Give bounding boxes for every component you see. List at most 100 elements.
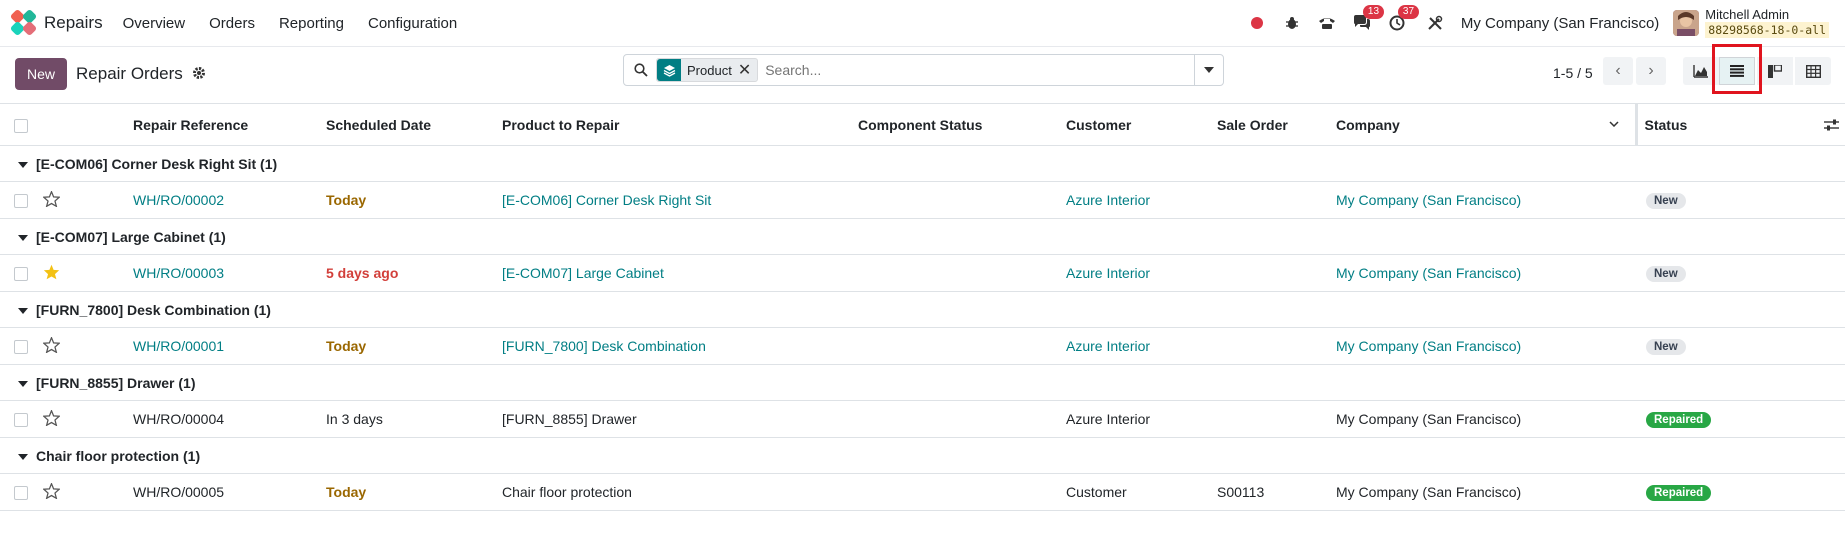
cell-sale-order[interactable] (1217, 400, 1336, 438)
cell-status: New (1636, 327, 1845, 365)
gear-icon[interactable] (192, 66, 206, 83)
search-facet-product[interactable]: Product ✕ (656, 58, 759, 82)
repairs-app-logo[interactable] (9, 8, 38, 37)
column-header-component-status[interactable]: Component Status (858, 103, 1066, 146)
cell-repair-reference[interactable]: WH/RO/00004 (133, 400, 326, 438)
status-badge: New (1646, 339, 1686, 355)
phone-icon[interactable] (1318, 14, 1336, 32)
company-switcher[interactable]: My Company (San Francisco) (1461, 15, 1659, 32)
select-all-checkbox[interactable] (0, 103, 40, 146)
row-checkbox[interactable] (0, 181, 40, 219)
debug-bug-icon[interactable] (1283, 14, 1301, 32)
user-avatar[interactable] (1673, 10, 1700, 36)
optional-columns-sliders-icon[interactable] (1824, 118, 1839, 132)
cell-sale-order[interactable] (1217, 254, 1336, 292)
user-menu[interactable]: Mitchell Admin 88298568-18-0-all (1705, 8, 1829, 38)
cell-customer[interactable]: Azure Interior (1066, 181, 1217, 219)
cell-product-to-repair[interactable]: [E-COM06] Corner Desk Right Sit (502, 181, 858, 219)
control-panel: New Repair Orders Product ✕ 1-5 / 5 ‹ › (0, 44, 1845, 101)
column-header-repair-reference[interactable]: Repair Reference (133, 103, 326, 146)
pager-next-button[interactable]: › (1636, 57, 1666, 85)
remove-facet-close-icon[interactable]: ✕ (738, 60, 757, 80)
cell-status: Repaired (1636, 400, 1845, 438)
status-header-label: Status (1644, 116, 1688, 133)
pager-value[interactable]: 1-5 / 5 (1553, 65, 1593, 81)
group-row[interactable]: [FURN_7800] Desk Combination (1) (0, 291, 1845, 328)
cell-sale-order[interactable] (1217, 181, 1336, 219)
cell-sale-order[interactable] (1217, 327, 1336, 365)
cell-product-to-repair[interactable]: [FURN_7800] Desk Combination (502, 327, 858, 365)
star-outline-icon[interactable] (40, 400, 133, 438)
cell-company[interactable]: My Company (San Francisco) (1336, 181, 1636, 219)
row-checkbox[interactable] (0, 327, 40, 365)
tools-icon[interactable] (1426, 14, 1444, 32)
menu-orders[interactable]: Orders (209, 15, 255, 32)
app-name[interactable]: Repairs (44, 13, 103, 33)
cell-product-to-repair[interactable]: [FURN_8855] Drawer (502, 400, 858, 438)
search-icon (634, 63, 648, 77)
table-row[interactable]: WH/RO/00003 5 days ago [E-COM07] Large C… (0, 254, 1845, 292)
column-header-status[interactable]: Status (1634, 103, 1845, 146)
cell-company[interactable]: My Company (San Francisco) (1336, 254, 1636, 292)
column-header-product-to-repair[interactable]: Product to Repair (502, 103, 858, 146)
table-row[interactable]: WH/RO/00001 Today [FURN_7800] Desk Combi… (0, 327, 1845, 365)
table-row[interactable]: WH/RO/00002 Today [E-COM06] Corner Desk … (0, 181, 1845, 219)
menu-overview[interactable]: Overview (123, 15, 186, 32)
search-bar[interactable]: Product ✕ (623, 54, 1224, 86)
new-button[interactable]: New (15, 58, 68, 90)
activities-clock-icon[interactable]: 37 (1388, 5, 1420, 32)
column-header-scheduled-date[interactable]: Scheduled Date (326, 103, 502, 146)
menu-reporting[interactable]: Reporting (279, 15, 344, 32)
group-row[interactable]: [FURN_8855] Drawer (1) (0, 364, 1845, 401)
database-name: 88298568-18-0-all (1705, 22, 1829, 38)
pivot-view-button[interactable] (1795, 57, 1831, 85)
cell-repair-reference[interactable]: WH/RO/00002 (133, 181, 326, 219)
group-row[interactable]: [E-COM06] Corner Desk Right Sit (1) (0, 145, 1845, 182)
pager-previous-button[interactable]: ‹ (1603, 57, 1633, 85)
cell-customer[interactable]: Customer (1066, 473, 1217, 511)
group-label: [E-COM06] Corner Desk Right Sit (1) (36, 155, 278, 172)
cell-component-status (858, 181, 1066, 219)
row-checkbox[interactable] (0, 400, 40, 438)
star-outline-icon[interactable] (40, 181, 133, 219)
cell-component-status (858, 473, 1066, 511)
cell-company[interactable]: My Company (San Francisco) (1336, 327, 1636, 365)
search-input[interactable] (763, 61, 1068, 79)
column-header-customer[interactable]: Customer (1066, 103, 1217, 146)
star-outline-icon[interactable] (40, 473, 133, 511)
area-chart-icon (1693, 65, 1708, 78)
table-row[interactable]: WH/RO/00005 Today Chair floor protection… (0, 473, 1845, 511)
cell-product-to-repair[interactable]: [E-COM07] Large Cabinet (502, 254, 858, 292)
cell-sale-order[interactable]: S00113 (1217, 473, 1336, 511)
cell-repair-reference[interactable]: WH/RO/00001 (133, 327, 326, 365)
star-filled-icon[interactable] (40, 254, 133, 292)
record-status-dot-icon[interactable] (1248, 14, 1266, 32)
cell-customer[interactable]: Azure Interior (1066, 254, 1217, 292)
cell-repair-reference[interactable]: WH/RO/00003 (133, 254, 326, 292)
table-row[interactable]: WH/RO/00004 In 3 days [FURN_8855] Drawer… (0, 400, 1845, 438)
kanban-view-button[interactable] (1757, 57, 1793, 85)
menu-configuration[interactable]: Configuration (368, 15, 457, 32)
cell-repair-reference[interactable]: WH/RO/00005 (133, 473, 326, 511)
status-badge: Repaired (1646, 485, 1712, 501)
row-checkbox[interactable] (0, 254, 40, 292)
group-by-layers-icon (657, 59, 681, 81)
cell-customer[interactable]: Azure Interior (1066, 400, 1217, 438)
search-options-toggle[interactable] (1194, 55, 1223, 85)
cell-company[interactable]: My Company (San Francisco) (1336, 473, 1636, 511)
activities-count-badge: 37 (1397, 5, 1420, 19)
cell-status: Repaired (1636, 473, 1845, 511)
column-header-company[interactable]: Company (1336, 103, 1636, 146)
group-caret-down-icon (18, 380, 28, 387)
cell-product-to-repair[interactable]: Chair floor protection (502, 473, 858, 511)
group-row[interactable]: Chair floor protection (1) (0, 437, 1845, 474)
group-row[interactable]: [E-COM07] Large Cabinet (1) (0, 218, 1845, 255)
row-checkbox[interactable] (0, 473, 40, 511)
cell-customer[interactable]: Azure Interior (1066, 327, 1217, 365)
messages-icon[interactable]: 13 (1353, 5, 1385, 32)
column-header-sale-order[interactable]: Sale Order (1217, 103, 1336, 146)
group-caret-down-icon (18, 453, 28, 460)
group-label: Chair floor protection (1) (36, 447, 201, 464)
cell-company[interactable]: My Company (San Francisco) (1336, 400, 1636, 438)
star-outline-icon[interactable] (40, 327, 133, 365)
